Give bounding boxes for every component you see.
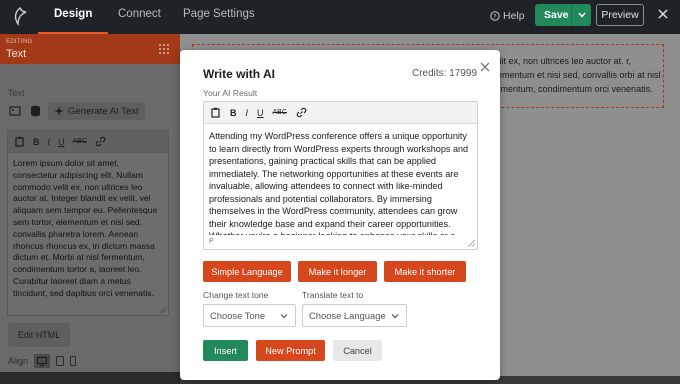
chevron-down-icon (280, 314, 288, 319)
close-builder-icon[interactable] (656, 7, 670, 21)
sidebar-title: Text (6, 48, 27, 60)
strikethrough-icon[interactable]: ABC (273, 109, 287, 116)
new-prompt-button[interactable]: New Prompt (256, 340, 325, 361)
paste-icon[interactable] (14, 136, 25, 147)
link-icon[interactable] (296, 107, 307, 118)
tablet-icon[interactable] (56, 356, 65, 366)
close-icon[interactable] (479, 61, 491, 73)
resize-handle-icon[interactable] (160, 307, 166, 313)
sidebar-footer (0, 372, 180, 384)
write-with-ai-modal: Write with AI Credits: 17999 Your AI Res… (180, 50, 500, 380)
help-icon: ? (490, 11, 500, 21)
tone-select[interactable]: Choose Tone (203, 304, 296, 327)
strikethrough-icon[interactable]: ABC (73, 138, 87, 145)
sidebar-text-editor[interactable]: B I U ABC Lorem ipsum dolor sit amet, co… (7, 130, 169, 316)
align-control: Align (8, 354, 77, 368)
sidebar-editor-content[interactable]: Lorem ipsum dolor sit amet, consectetur … (8, 153, 168, 305)
chevron-down-icon (577, 12, 586, 18)
underline-icon[interactable]: U (58, 137, 65, 147)
chevron-down-icon (391, 314, 399, 319)
italic-icon[interactable]: I (246, 108, 249, 118)
ai-result-label: Your AI Result (203, 88, 258, 98)
ai-result-text[interactable]: Attending my WordPress conference offers… (204, 124, 477, 235)
generate-ai-text-button[interactable]: Generate AI Text (48, 102, 145, 120)
ai-result-editor[interactable]: B I U ABC Attending my WordPress confere… (203, 101, 478, 250)
make-longer-button[interactable]: Make it longer (298, 261, 377, 282)
help-link[interactable]: ? Help (490, 10, 525, 22)
tab-page-settings[interactable]: Page Settings (183, 8, 255, 20)
help-label: Help (503, 10, 525, 22)
link-icon[interactable] (95, 136, 106, 147)
modal-title: Write with AI (203, 67, 275, 81)
save-label: Save (544, 9, 569, 21)
align-desktop-button[interactable] (34, 354, 51, 368)
bold-icon[interactable]: B (230, 108, 237, 118)
simple-language-button[interactable]: Simple Language (203, 261, 291, 282)
sidebar-header: EDITING Text (0, 34, 180, 64)
mobile-icon[interactable] (70, 356, 77, 366)
desktop-icon (37, 356, 48, 366)
grid-icon[interactable] (158, 43, 170, 55)
svg-text:?: ? (493, 12, 496, 20)
tone-select-value: Choose Tone (210, 310, 266, 321)
preview-button[interactable]: Preview (596, 4, 644, 26)
save-options-dropdown[interactable] (572, 12, 591, 18)
language-select[interactable]: Choose Language (302, 304, 407, 327)
sidebar: EDITING Text Text Generate AI Text B I U… (0, 34, 180, 384)
sparkle-icon (54, 106, 64, 116)
resize-handle-icon[interactable] (468, 240, 475, 247)
bold-icon[interactable]: B (33, 137, 40, 147)
canvas-text-content: velit ex, non ultrices leo auctor at. r,… (490, 56, 661, 94)
tab-design[interactable]: Design (54, 8, 92, 20)
language-select-value: Choose Language (309, 310, 386, 321)
insert-button[interactable]: Insert (203, 340, 248, 361)
generate-ai-text-label: Generate AI Text (68, 105, 139, 117)
align-label: Align (8, 356, 29, 366)
tone-label: Change text tone (203, 290, 269, 300)
paste-icon[interactable] (210, 107, 221, 118)
make-shorter-button[interactable]: Make it shorter (384, 261, 466, 282)
italic-icon[interactable]: I (48, 137, 51, 147)
add-media-button[interactable] (8, 104, 22, 118)
ai-result-toolbar: B I U ABC (204, 102, 477, 124)
sidebar-kicker: EDITING (6, 39, 33, 45)
underline-icon[interactable]: U (257, 108, 264, 118)
translate-label: Translate text to (302, 290, 364, 300)
credits-counter: Credits: 17999 (412, 68, 478, 79)
cancel-button[interactable]: Cancel (333, 340, 382, 361)
editor-path-indicator: P (209, 238, 214, 245)
media-icon (9, 106, 21, 116)
edit-html-button[interactable]: Edit HTML (8, 323, 70, 347)
dynamic-text-button[interactable] (28, 104, 42, 118)
sidebar-editor-toolbar: B I U ABC (8, 131, 168, 153)
tab-connect[interactable]: Connect (118, 8, 161, 20)
top-toolbar: Design Connect Page Settings ? Help Save… (0, 0, 680, 34)
save-button[interactable]: Save (535, 4, 591, 26)
text-field-label: Text (8, 88, 25, 98)
seedprod-logo-icon (14, 6, 27, 27)
sidebar-text-tools: Generate AI Text (8, 102, 145, 120)
database-icon (30, 105, 40, 117)
